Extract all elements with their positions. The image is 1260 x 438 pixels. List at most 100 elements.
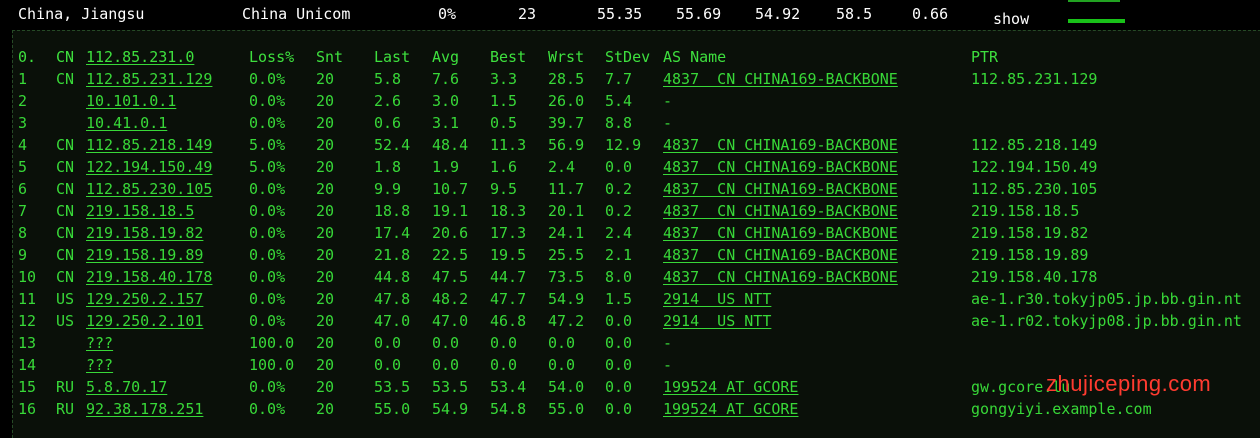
asn-link[interactable]: 4837 CN CHINA169-BACKBONE: [663, 246, 898, 264]
last-value: 47.8: [374, 290, 411, 308]
host-link[interactable]: 219.158.18.5: [86, 202, 194, 220]
hop-number: 9: [18, 246, 28, 264]
ptr-value: 219.158.19.82: [971, 224, 1089, 242]
country-code: RU: [56, 378, 75, 396]
worst-value: 24.1: [548, 224, 585, 242]
asn-link[interactable]: 4837 CN CHINA169-BACKBONE: [663, 180, 898, 198]
country-code: RU: [56, 400, 75, 418]
hop-number: 5: [18, 158, 28, 176]
summary-avg: 55.69: [676, 5, 722, 23]
host-link[interactable]: 129.250.2.157: [86, 290, 203, 308]
hop-number: 15: [18, 378, 37, 396]
best-value: 0.0: [490, 356, 518, 374]
header-host-link[interactable]: 112.85.231.0: [86, 48, 194, 66]
best-value: 1.6: [490, 158, 518, 176]
table-row: 16 RU 92.38.178.251 0.0% 20 55.0 54.9 54.8 55.0 0…: [0, 400, 1260, 422]
host-link[interactable]: ???: [86, 334, 113, 352]
summary-isp: China Unicom: [242, 5, 351, 23]
avg-value: 0.0: [432, 356, 460, 374]
worst-value: 26.0: [548, 92, 585, 110]
asn-link: -: [663, 356, 673, 374]
loss-value: 0.0%: [249, 290, 286, 308]
sent-value: 20: [316, 114, 335, 132]
asn-link[interactable]: 2914 US NTT: [663, 312, 771, 330]
stdev-value: 0.0: [605, 356, 633, 374]
hop-number: 13: [18, 334, 37, 352]
summary-stdev: 0.66: [912, 5, 949, 23]
host-link[interactable]: 122.194.150.49: [86, 158, 212, 176]
loss-value: 0.0%: [249, 246, 286, 264]
best-value: 1.5: [490, 92, 518, 110]
worst-value: 0.0: [548, 356, 576, 374]
host-link[interactable]: 219.158.19.82: [86, 224, 203, 242]
sent-value: 20: [316, 246, 335, 264]
last-value: 44.8: [374, 268, 411, 286]
sent-value: 20: [316, 268, 335, 286]
avg-value: 47.0: [432, 312, 469, 330]
best-value: 46.8: [490, 312, 527, 330]
asn-link[interactable]: 199524 AT GCORE: [663, 378, 798, 396]
last-value: 21.8: [374, 246, 411, 264]
header-hop: 0.: [18, 48, 37, 66]
worst-value: 20.1: [548, 202, 585, 220]
worst-value: 56.9: [548, 136, 585, 154]
worst-value: 28.5: [548, 70, 585, 88]
country-code: CN: [56, 268, 75, 286]
loss-value: 0.0%: [249, 268, 286, 286]
stdev-value: 2.4: [605, 224, 633, 242]
stdev-value: 0.0: [605, 378, 633, 396]
host-link[interactable]: ???: [86, 356, 113, 374]
host-link[interactable]: 92.38.178.251: [86, 400, 203, 418]
header-asname: AS Name: [663, 48, 727, 66]
asn-link[interactable]: 199524 AT GCORE: [663, 400, 798, 418]
loss-value: 0.0%: [249, 70, 286, 88]
table-row: 3 10.41.0.1 0.0% 20 0.6 3.1 0.5 39.7 8.8 -: [0, 114, 1260, 136]
country-code: CN: [56, 202, 75, 220]
host-link[interactable]: 10.41.0.1: [86, 114, 167, 132]
stdev-value: 5.4: [605, 92, 633, 110]
ptr-value: 112.85.218.149: [971, 136, 1098, 154]
header-cc: CN: [56, 48, 75, 66]
asn-link[interactable]: 4837 CN CHINA169-BACKBONE: [663, 202, 898, 220]
worst-value: 2.4: [548, 158, 576, 176]
asn-link[interactable]: 4837 CN CHINA169-BACKBONE: [663, 70, 898, 88]
avg-value: 48.4: [432, 136, 469, 154]
worst-value: 47.2: [548, 312, 585, 330]
host-link[interactable]: 5.8.70.17: [86, 378, 167, 396]
last-value: 52.4: [374, 136, 411, 154]
asn-link[interactable]: 4837 CN CHINA169-BACKBONE: [663, 136, 898, 154]
loss-value: 100.0: [249, 356, 295, 374]
loss-value: 0.0%: [249, 312, 286, 330]
host-link[interactable]: 112.85.230.105: [86, 180, 212, 198]
avg-value: 1.9: [432, 158, 460, 176]
worst-value: 73.5: [548, 268, 585, 286]
loss-value: 0.0%: [249, 202, 286, 220]
host-link[interactable]: 112.85.231.129: [86, 70, 212, 88]
host-link[interactable]: 219.158.40.178: [86, 268, 212, 286]
best-value: 9.5: [490, 180, 518, 198]
stdev-value: 0.0: [605, 400, 633, 418]
header-stdev: StDev: [605, 48, 651, 66]
table-row: 9 CN 219.158.19.89 0.0% 20 21.8 22.5 19.5 25.5 2.…: [0, 246, 1260, 268]
asn-link[interactable]: 4837 CN CHINA169-BACKBONE: [663, 224, 898, 242]
asn-link[interactable]: 4837 CN CHINA169-BACKBONE: [663, 158, 898, 176]
stdev-value: 0.2: [605, 180, 633, 198]
table-row: 7 CN 219.158.18.5 0.0% 20 18.8 19.1 18.3 20.1 0.2…: [0, 202, 1260, 224]
host-link[interactable]: 10.101.0.1: [86, 92, 176, 110]
hop-number: 2: [18, 92, 28, 110]
ptr-value: gongyiyi.example.com: [971, 400, 1152, 418]
avg-value: 0.0: [432, 334, 460, 352]
last-value: 17.4: [374, 224, 411, 242]
ptr-value: ae-1.r02.tokyjp08.jp.bb.gin.nt: [971, 312, 1242, 330]
worst-value: 54.9: [548, 290, 585, 308]
hop-number: 3: [18, 114, 28, 132]
asn-link[interactable]: 4837 CN CHINA169-BACKBONE: [663, 268, 898, 286]
asn-link[interactable]: 2914 US NTT: [663, 290, 771, 308]
sent-value: 20: [316, 202, 335, 220]
host-link[interactable]: 129.250.2.101: [86, 312, 203, 330]
host-link[interactable]: 112.85.218.149: [86, 136, 212, 154]
ptr-value: 219.158.40.178: [971, 268, 1098, 286]
loss-value: 5.0%: [249, 136, 286, 154]
host-link[interactable]: 219.158.19.89: [86, 246, 203, 264]
site-watermark: zhujiceping.com: [1046, 371, 1212, 396]
